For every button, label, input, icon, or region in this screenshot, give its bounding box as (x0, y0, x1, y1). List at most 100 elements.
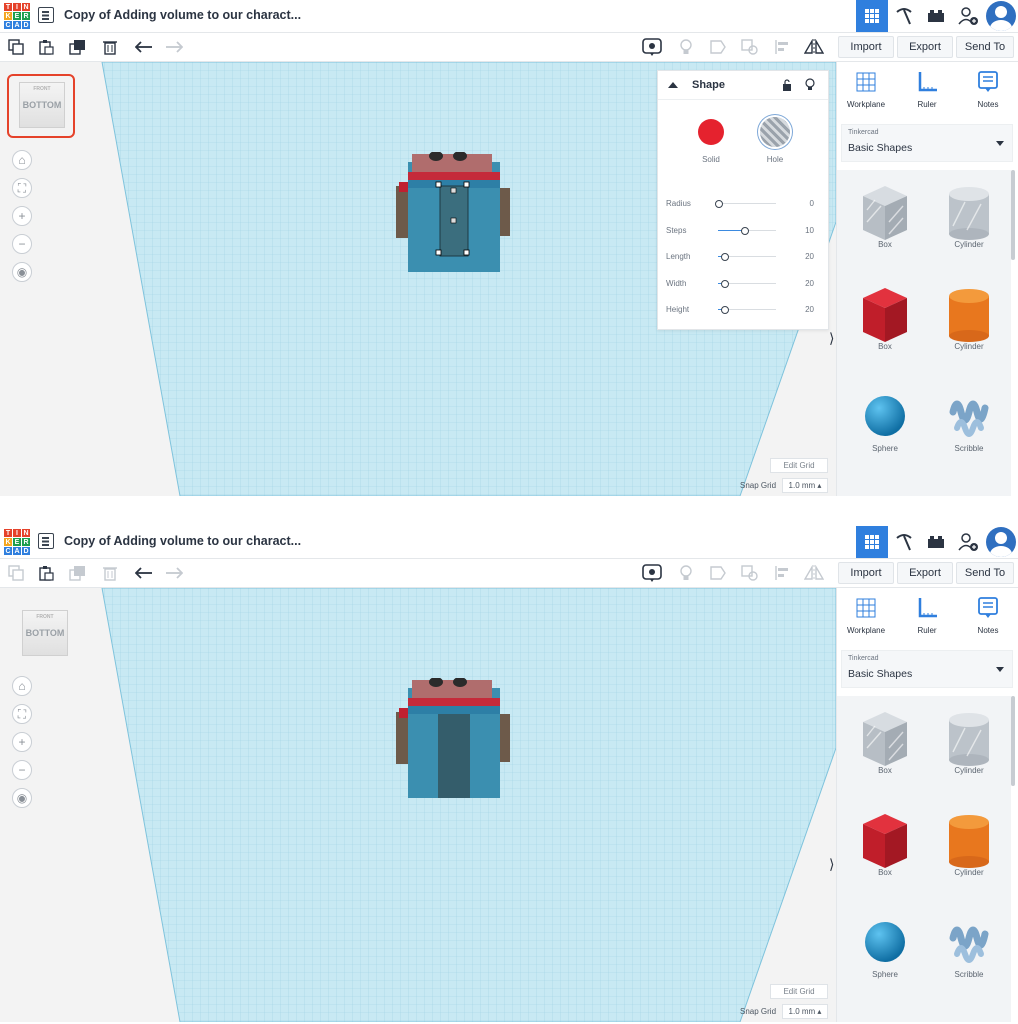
view-cube[interactable]: FRONT BOTTOM (7, 74, 75, 138)
design-list-icon[interactable] (38, 7, 54, 23)
perspective-icon[interactable]: ◉ (12, 262, 32, 282)
add-user-icon[interactable] (952, 526, 984, 558)
ungroup-icon[interactable] (740, 563, 760, 583)
pickaxe-icon[interactable] (888, 0, 920, 32)
inspector-header[interactable]: Shape (658, 71, 828, 100)
hole-button[interactable] (760, 117, 790, 147)
import-button[interactable]: Import (838, 562, 894, 584)
mirror-icon[interactable] (804, 563, 824, 583)
workplane-grid[interactable] (0, 588, 836, 1022)
snap-grid-select[interactable]: 1.0 mm ▴ (782, 478, 828, 493)
tinkercad-logo[interactable]: T I N K E R C A D (4, 3, 30, 29)
shape-cylinder-hole[interactable]: Cylinder (939, 178, 999, 249)
workplane-viewport[interactable]: FRONT BOTTOM ⌂ ⛶ + − ◉ ⟩ Edit Grid Snap … (0, 588, 836, 1022)
workplane-tool[interactable]: Workplane (841, 596, 891, 635)
slider-knob[interactable] (715, 200, 723, 208)
property-slider[interactable] (718, 253, 776, 261)
property-value[interactable]: 20 (798, 252, 814, 261)
property-slider[interactable] (718, 226, 776, 235)
slider-knob[interactable] (720, 279, 729, 288)
align-icon[interactable] (772, 563, 792, 583)
character-model[interactable] (396, 151, 512, 274)
zoom-out-icon[interactable]: − (12, 234, 32, 254)
paste-icon[interactable] (36, 37, 56, 57)
align-icon[interactable] (772, 37, 792, 57)
pickaxe-icon[interactable] (888, 526, 920, 558)
zoom-out-icon[interactable]: − (12, 760, 32, 780)
light-icon[interactable] (805, 78, 815, 91)
panel-toggle-icon[interactable]: ⟩ (829, 330, 834, 347)
copy-icon[interactable] (6, 37, 26, 57)
property-value[interactable]: 20 (798, 279, 814, 288)
design-title[interactable]: Copy of Adding volume to our charact... (64, 8, 301, 22)
shape-box[interactable]: Box (855, 806, 915, 877)
lightbulb-icon[interactable] (676, 563, 696, 583)
paste-icon[interactable] (36, 563, 56, 583)
shape-box-hole[interactable]: Box (855, 178, 915, 249)
visibility-icon[interactable] (642, 37, 662, 57)
property-slider[interactable] (715, 200, 776, 208)
property-slider[interactable] (718, 306, 776, 314)
shape-cylinder[interactable]: Cylinder (939, 280, 999, 351)
property-value[interactable]: 0 (798, 199, 814, 208)
group-icon[interactable] (708, 37, 728, 57)
solid-button[interactable] (698, 119, 724, 145)
send-to-button[interactable]: Send To (956, 562, 1014, 584)
slider-knob[interactable] (720, 306, 729, 314)
redo-icon[interactable] (164, 37, 184, 57)
import-button[interactable]: Import (838, 36, 894, 58)
snap-grid-select[interactable]: 1.0 mm ▴ (782, 1004, 828, 1019)
slider-knob[interactable] (741, 226, 750, 235)
tinkercad-logo[interactable]: T I N K E R C A D (4, 529, 30, 555)
delete-icon[interactable] (100, 37, 120, 57)
shape-scribble[interactable]: Scribble (939, 908, 999, 979)
view-cube-face[interactable]: FRONT BOTTOM (19, 82, 65, 128)
ruler-tool[interactable]: Ruler (902, 596, 952, 635)
copy-icon[interactable] (6, 563, 26, 583)
export-button[interactable]: Export (897, 36, 953, 58)
duplicate-icon[interactable] (68, 563, 88, 583)
3d-view-button[interactable] (856, 526, 888, 558)
fit-view-icon[interactable]: ⛶ (12, 178, 32, 198)
palette-scrollbar[interactable] (1011, 696, 1015, 786)
shape-cylinder-hole[interactable]: Cylinder (939, 704, 999, 775)
property-slider[interactable] (718, 279, 776, 288)
perspective-icon[interactable]: ◉ (12, 788, 32, 808)
edit-grid-button[interactable]: Edit Grid (770, 984, 828, 999)
user-avatar[interactable] (986, 527, 1016, 557)
slider-knob[interactable] (720, 253, 729, 261)
shape-box-hole[interactable]: Box (855, 704, 915, 775)
shape-sphere[interactable]: Sphere (855, 382, 915, 453)
bricks-icon[interactable] (920, 526, 952, 558)
workplane-viewport[interactable]: FRONT BOTTOM ⌂ ⛶ + − ◉ Shape Solid Hole … (0, 62, 836, 496)
duplicate-icon[interactable] (68, 37, 88, 57)
edit-grid-button[interactable]: Edit Grid (770, 458, 828, 473)
user-avatar[interactable] (986, 1, 1016, 31)
design-list-icon[interactable] (38, 533, 54, 549)
bricks-icon[interactable] (920, 0, 952, 32)
redo-icon[interactable] (164, 563, 184, 583)
visibility-icon[interactable] (642, 563, 662, 583)
fit-view-icon[interactable]: ⛶ (12, 704, 32, 724)
home-view-icon[interactable]: ⌂ (12, 150, 32, 170)
shape-library-select[interactable]: Tinkercad Basic Shapes (841, 650, 1013, 688)
shape-cylinder[interactable]: Cylinder (939, 806, 999, 877)
ungroup-icon[interactable] (740, 37, 760, 57)
3d-view-button[interactable] (856, 0, 888, 32)
add-user-icon[interactable] (952, 0, 984, 32)
view-cube-face[interactable]: FRONT BOTTOM (22, 610, 68, 656)
shape-box[interactable]: Box (855, 280, 915, 351)
shape-scribble[interactable]: Scribble (939, 382, 999, 453)
home-view-icon[interactable]: ⌂ (12, 676, 32, 696)
undo-icon[interactable] (134, 563, 154, 583)
notes-tool[interactable]: Notes (963, 596, 1013, 635)
panel-toggle-icon[interactable]: ⟩ (829, 856, 834, 873)
view-cube[interactable]: FRONT BOTTOM (12, 604, 68, 658)
mirror-icon[interactable] (804, 37, 824, 57)
send-to-button[interactable]: Send To (956, 36, 1014, 58)
lightbulb-icon[interactable] (676, 37, 696, 57)
palette-scrollbar[interactable] (1011, 170, 1015, 260)
ruler-tool[interactable]: Ruler (902, 70, 952, 109)
notes-tool[interactable]: Notes (963, 70, 1013, 109)
delete-icon[interactable] (100, 563, 120, 583)
